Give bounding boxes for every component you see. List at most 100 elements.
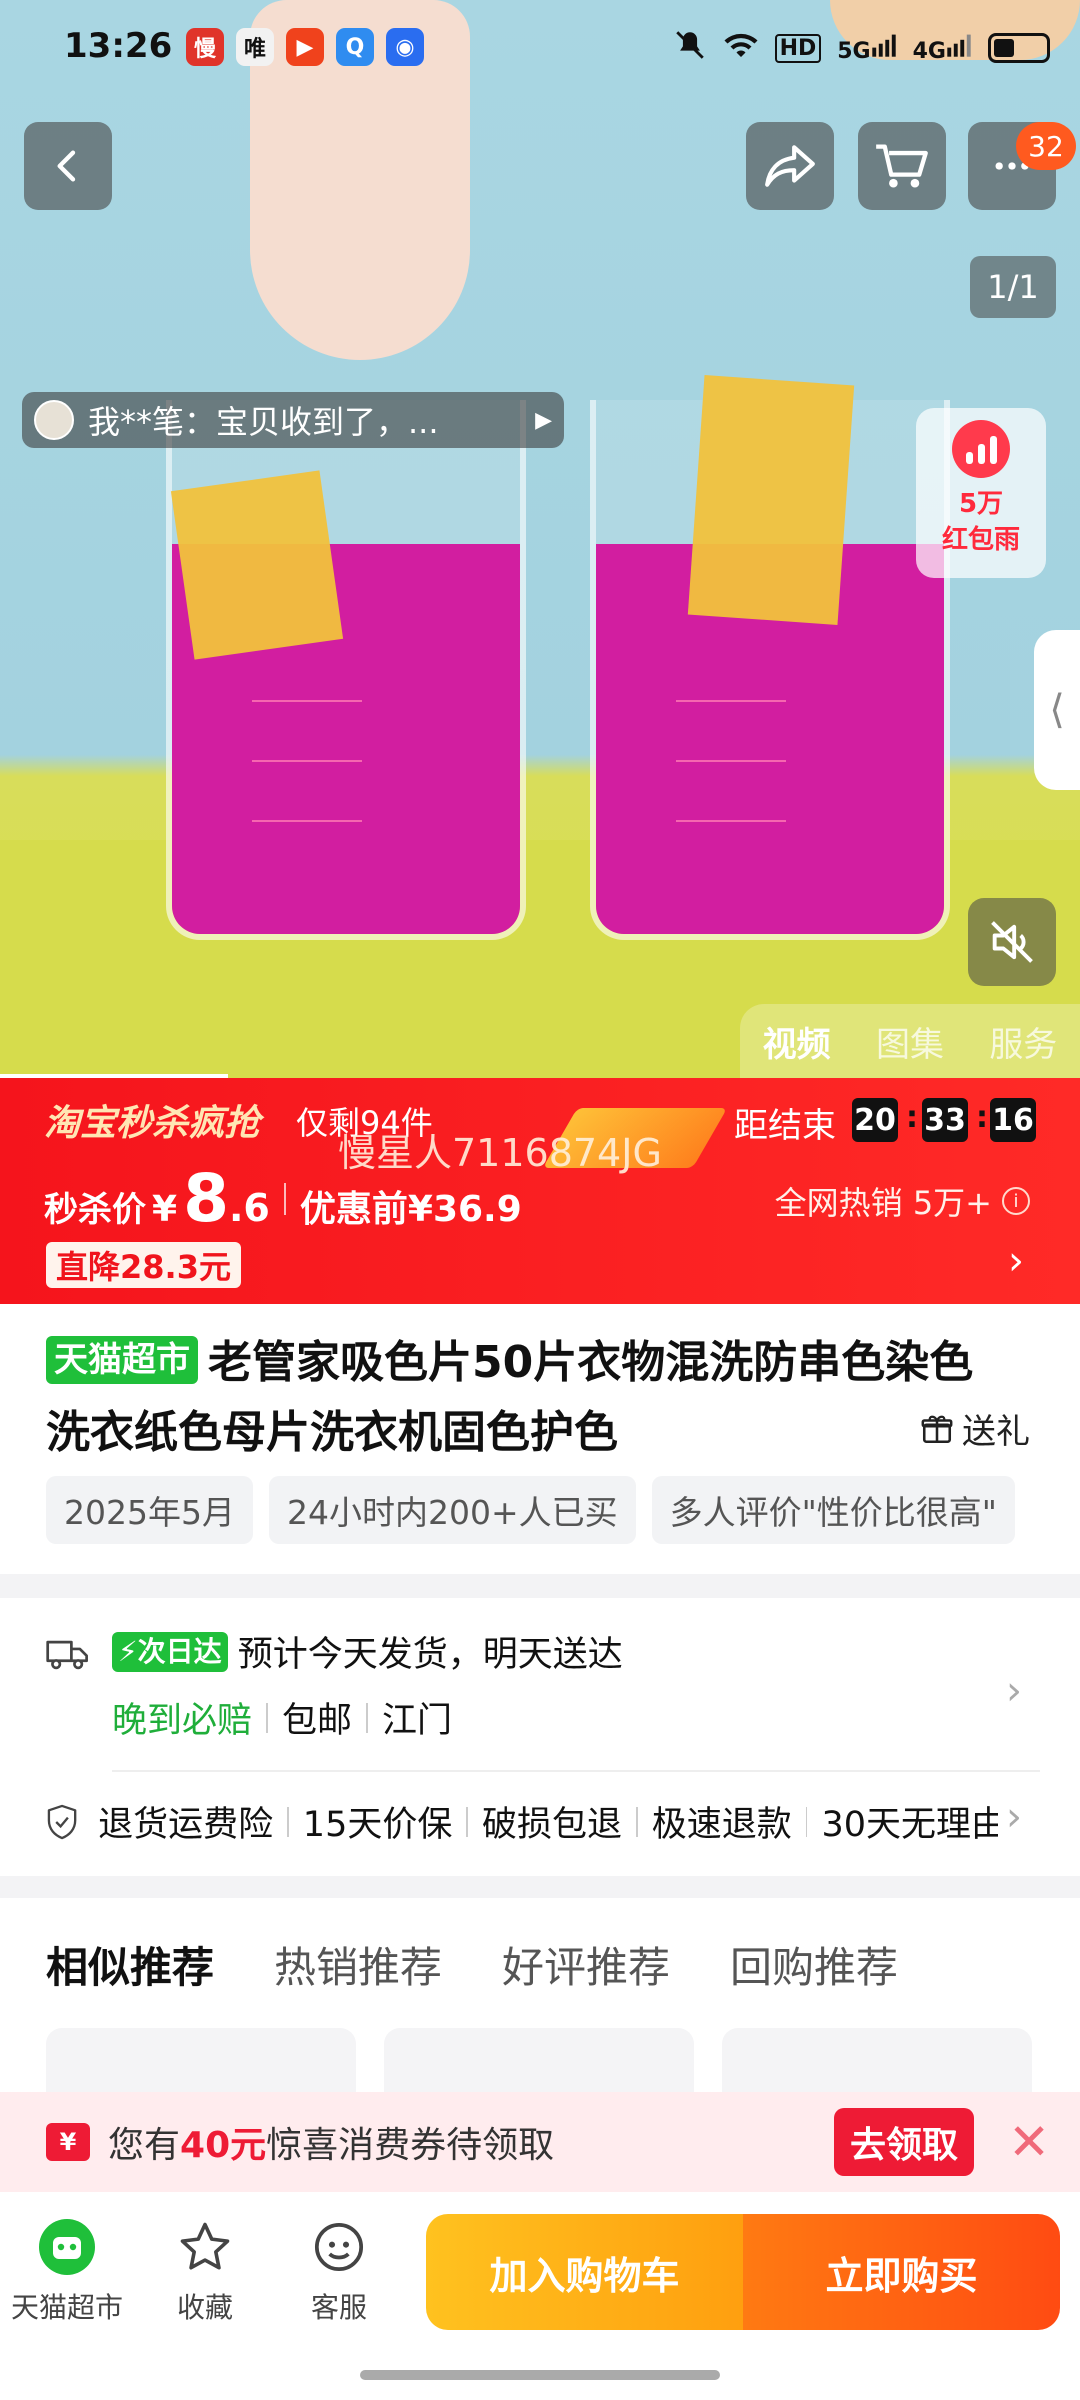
service-label: 客服 (310, 2291, 367, 2324)
tab-repurchase[interactable]: 回购推荐 (730, 1934, 898, 1995)
signal-4g: 4G (913, 32, 972, 64)
countdown-label: 距结束 (734, 1106, 836, 1146)
reviewer-avatar (34, 400, 74, 440)
red-packet-rain-button[interactable]: 5万 红包雨 (916, 408, 1046, 578)
countdown-minutes: 33 (922, 1098, 968, 1142)
hot-sales-text: 全网热销 5万+ (774, 1184, 992, 1222)
tab-video[interactable]: 视频 (763, 1017, 831, 1066)
free-shipping: 包邮 (282, 1701, 353, 1741)
tag-chip: 24小时内200+人已买 (268, 1476, 636, 1544)
info-icon[interactable]: i (1002, 1187, 1030, 1215)
original-price: 优惠前¥36.9 (299, 1189, 522, 1230)
service-item: 15天价保 (302, 1805, 453, 1845)
customer-service-button[interactable]: 客服 (274, 2216, 404, 2326)
favorite-button[interactable]: 收藏 (140, 2216, 270, 2326)
product-tags: 2025年5月 24小时内200+人已买 多人评价"性价比很高" (46, 1476, 1015, 1544)
review-ticker[interactable]: 我**笔：宝贝收到了，... ▶ (22, 392, 564, 448)
flash-sale-banner[interactable]: 淘宝秒杀疯抢 仅剩94件 慢星人7116874JG 距结束 20 : 33 : … (0, 1078, 1080, 1304)
back-arrow-icon (57, 150, 76, 182)
tag-chip: 多人评价"性价比很高" (651, 1476, 1015, 1544)
cart-count-badge: 32 (1016, 122, 1076, 170)
sale-price-label: 秒杀价 (44, 1190, 146, 1230)
share-icon (765, 145, 815, 187)
vip-app-icon: 唯 (236, 28, 274, 66)
tag-chip: 2025年5月 (46, 1476, 253, 1544)
delivery-estimate: 预计今天发货，明天送达 (237, 1635, 623, 1675)
cart-button[interactable] (858, 122, 946, 210)
countdown-hours: 20 (852, 1098, 898, 1142)
close-icon[interactable]: ✕ (1008, 2114, 1050, 2170)
mute-status-icon (673, 28, 707, 68)
ship-origin: 江门 (382, 1701, 453, 1741)
status-bar: 13:26 慢唯 ▶ Q ◉ HD 5G 4G (0, 0, 1080, 100)
product-title: 天猫超市 老管家吸色片50片衣物混洗防串色染色洗衣纸色母片洗衣机固色护色 (46, 1328, 1006, 1468)
product-title-card: 天猫超市 老管家吸色片50片衣物混洗防串色染色洗衣纸色母片洗衣机固色护色 送礼 2… (0, 1304, 1080, 1574)
service-item: 退货运费险 (98, 1805, 274, 1845)
tab-good-review[interactable]: 好评推荐 (502, 1934, 670, 1995)
back-button[interactable] (24, 122, 112, 210)
chevron-right-icon[interactable]: › (1006, 1668, 1022, 1714)
purchase-cta-group: 加入购物车 立即购买 (426, 2214, 1060, 2330)
status-time: 13:26 (64, 26, 173, 66)
shield-icon (47, 1804, 77, 1839)
service-chat-icon (308, 2216, 370, 2278)
delivery-estimate-row[interactable]: ⚡次日达 预计今天发货，明天送达 (112, 1626, 623, 1677)
next-day-tag: ⚡次日达 (112, 1631, 228, 1672)
side-drawer-tab[interactable]: ⟨ (1034, 630, 1080, 790)
chevron-right-icon[interactable]: › (998, 1794, 1022, 1840)
service-item: 30天无理由 (821, 1805, 1006, 1845)
currency-symbol: ¥ (152, 1189, 178, 1230)
service-item: 破损包退 (482, 1805, 623, 1845)
countdown-colon: : (976, 1100, 988, 1135)
review-ticker-text: 我**笔：宝贝收到了，... (88, 403, 439, 441)
divider (112, 1770, 1040, 1772)
battery-icon (988, 33, 1050, 63)
wifi-icon (723, 30, 759, 66)
gift-icon (921, 1415, 953, 1443)
speaker-muted-icon (991, 921, 1033, 963)
coupon-banner[interactable]: ¥ 您有40元惊喜消费券待领取 去领取 ✕ (0, 2092, 1080, 2192)
media-beaker-right (590, 375, 950, 940)
countdown-seconds: 16 (990, 1098, 1036, 1142)
mute-button[interactable] (968, 898, 1056, 986)
share-button[interactable] (746, 122, 834, 210)
status-app-icons: 慢唯 ▶ Q ◉ (186, 28, 424, 66)
store-button[interactable]: 天猫超市 (2, 2216, 132, 2326)
coupon-yen-icon: ¥ (46, 2123, 90, 2161)
media-tab-bar: 视频 图集 服务 (740, 1004, 1080, 1078)
cart-icon (876, 144, 928, 188)
bar-chart-icon (952, 420, 1010, 478)
sale-price-integer: 8 (183, 1160, 229, 1237)
service-guarantee-row[interactable]: 退货运费险 15天价保 破损包退 极速退款 30天无理由 (46, 1796, 1006, 1847)
store-label: 天猫超市 (10, 2291, 123, 2324)
tab-gallery[interactable]: 图集 (876, 1017, 944, 1066)
tab-hot[interactable]: 热销推荐 (274, 1934, 442, 1995)
signal-5g: 5G (837, 32, 896, 64)
price-divider (283, 1182, 286, 1215)
home-indicator[interactable] (360, 2370, 720, 2380)
flash-sale-brand: 淘宝秒杀疯抢 (44, 1103, 261, 1144)
countdown-colon: : (906, 1100, 918, 1135)
browser-app-icon: Q (336, 28, 374, 66)
add-to-cart-button[interactable]: 加入购物车 (426, 2214, 743, 2330)
product-media-carousel[interactable]: 13:26 慢唯 ▶ Q ◉ HD 5G 4G 32 1/1 我**笔：宝贝收到了，.… (0, 0, 1080, 1078)
media-beaker-left (166, 400, 526, 940)
video-app-icon: ▶ (286, 28, 324, 66)
chevron-right-icon[interactable]: › (1008, 1238, 1024, 1284)
gift-button[interactable]: 送礼 (920, 1404, 1030, 1453)
late-compensation: 晚到必赔 (112, 1701, 253, 1741)
delivery-details-row[interactable]: 晚到必赔 包邮 江门 (112, 1692, 452, 1743)
status-indicators: HD 5G 4G (673, 28, 1050, 68)
tab-similar[interactable]: 相似推荐 (46, 1934, 214, 1995)
store-tag: 天猫超市 (46, 1336, 198, 1384)
camera-app-icon: ◉ (386, 28, 424, 66)
favorite-label: 收藏 (176, 2291, 233, 2324)
sale-price-row: 秒杀价 ¥ 8 .6 优惠前¥36.9 (44, 1160, 522, 1237)
tmall-store-icon (36, 2216, 98, 2278)
claim-coupon-button[interactable]: 去领取 (833, 2108, 974, 2176)
red-packet-amount: 5万 (958, 489, 1004, 519)
chevron-right-icon: ▶ (535, 407, 552, 433)
truck-icon (46, 1640, 88, 1670)
buy-now-button[interactable]: 立即购买 (743, 2214, 1060, 2330)
tab-service[interactable]: 服务 (989, 1017, 1057, 1066)
